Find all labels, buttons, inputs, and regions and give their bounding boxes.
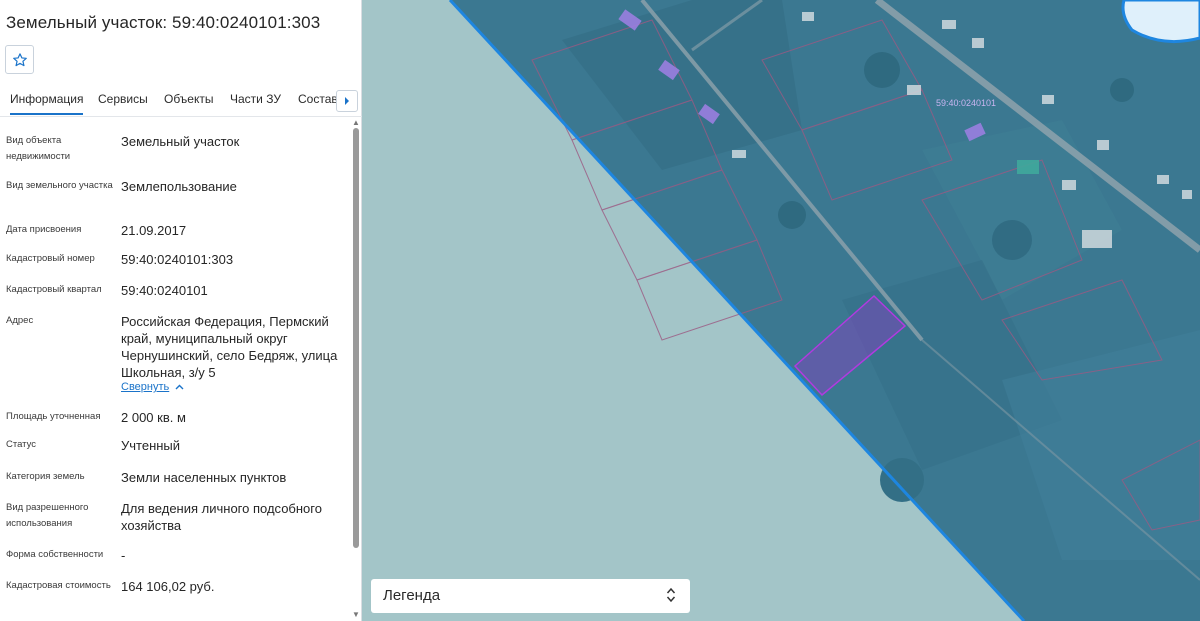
info-panel: Земельный участок: 59:40:0240101:303 Инф…: [0, 0, 362, 621]
field-label: Статус: [6, 439, 37, 450]
field-value: Землепользование: [121, 179, 237, 194]
scroll-down-arrow-icon[interactable]: ▼: [352, 610, 360, 619]
field-label: Вид объекта недвижимости: [6, 135, 71, 162]
field-value: Земельный участок: [121, 134, 240, 149]
quarter-label: 59:40:0240101: [936, 98, 997, 108]
field-value: 2 000 кв. м: [121, 410, 186, 425]
field-label: Вид земельного участка: [6, 180, 113, 191]
field-label: Кадастровый номер: [6, 253, 95, 264]
field-value: Для ведения личного подсобного хозяйства: [121, 501, 322, 533]
tab-services[interactable]: Сервисы: [98, 92, 148, 106]
collapse-link-label: Свернуть: [121, 381, 170, 393]
field-label: Адрес: [6, 315, 34, 326]
field-label: Площадь уточненная: [6, 411, 101, 422]
field-value: Земли населенных пунктов: [121, 470, 287, 485]
field-value: Учтенный: [121, 438, 181, 453]
chevron-up-icon: [175, 381, 184, 393]
field-value: Российская Федерация, Пермский край, мун…: [121, 314, 338, 380]
tab-parcel-parts[interactable]: Части ЗУ: [230, 92, 281, 106]
page-title: Земельный участок: 59:40:0240101:303: [6, 13, 321, 32]
star-outline-icon: [12, 52, 27, 66]
scroll-up-arrow-icon[interactable]: ▲: [352, 118, 360, 127]
tab-bar: Информация Сервисы Объекты Части ЗУ Сост…: [0, 86, 362, 117]
favorite-button[interactable]: [5, 45, 34, 74]
field-value[interactable]: 59:40:0240101: [121, 282, 343, 299]
scrollbar-thumb[interactable]: [353, 128, 359, 548]
field-value: 164 106,02 руб.: [121, 579, 215, 594]
tab-info[interactable]: Информация: [10, 92, 84, 115]
tab-composition[interactable]: Состав: [298, 92, 338, 106]
collapse-link[interactable]: Свернуть: [121, 381, 184, 393]
panel-scrollbar[interactable]: ▲ ▼: [352, 118, 360, 621]
field-value: 59:40:0240101:303: [121, 252, 234, 267]
field-label: Форма собственности: [6, 549, 104, 560]
field-label: Категория земель: [6, 471, 85, 482]
field-value: -: [121, 548, 126, 563]
field-label: Вид разрешенного использования: [6, 502, 89, 529]
field-label: Кадастровый квартал: [6, 284, 102, 295]
caret-right-icon: [345, 97, 349, 105]
field-label: Кадастровая стоимость: [6, 580, 111, 591]
legend-dropdown[interactable]: Легенда: [371, 579, 690, 613]
tab-objects[interactable]: Объекты: [164, 92, 214, 106]
up-down-chevron-icon[interactable]: [666, 586, 676, 609]
tab-scroll-right-button[interactable]: [336, 90, 358, 112]
attributes-list: Вид объекта недвижимости Земельный участ…: [0, 118, 350, 621]
map-view[interactable]: [362, 0, 1200, 621]
map-canvas[interactable]: [362, 0, 1200, 621]
field-label: Дата присвоения: [6, 224, 82, 235]
legend-label: Легенда: [383, 587, 441, 604]
field-value: 21.09.2017: [121, 223, 187, 238]
